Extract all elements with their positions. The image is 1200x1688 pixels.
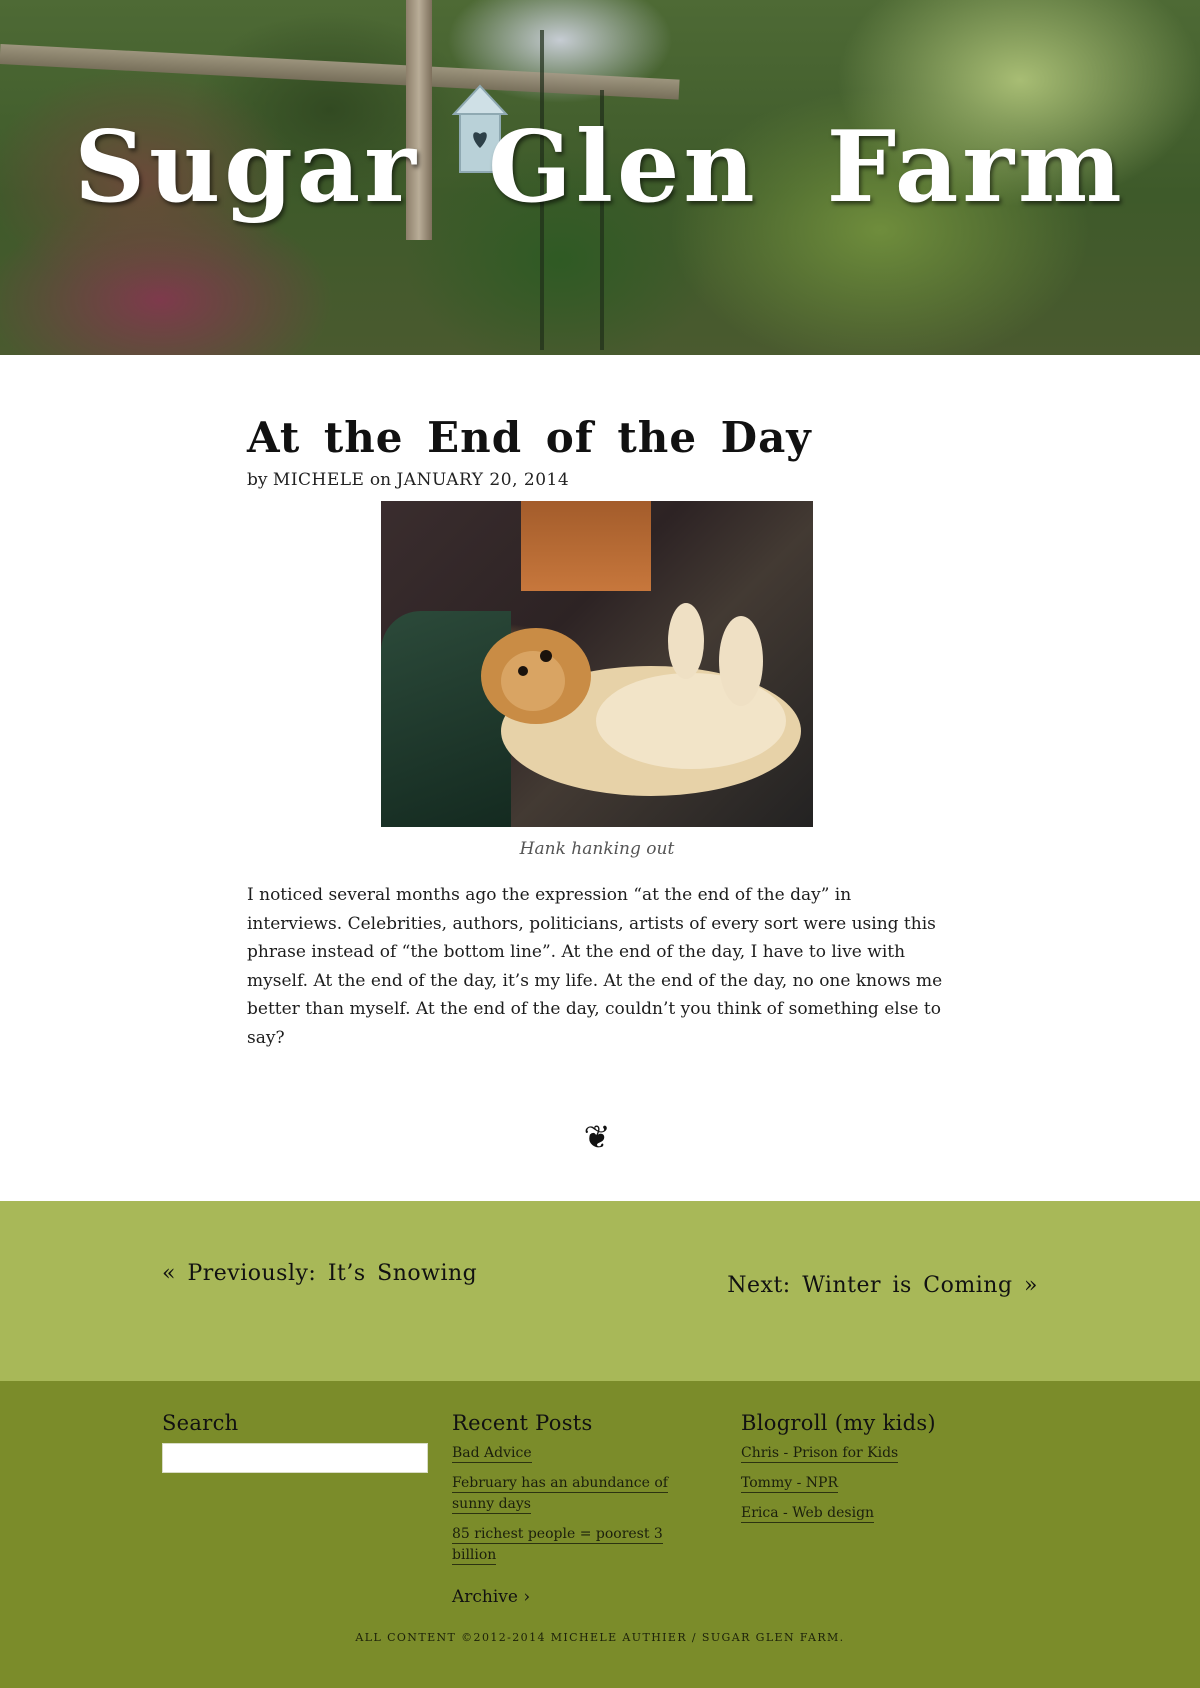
previous-post-link[interactable]: « Previously: It’s Snowing — [162, 1261, 477, 1286]
author-link[interactable]: MICHELE — [273, 470, 365, 490]
post-date: JANUARY 20, 2014 — [396, 470, 570, 490]
site-footer: Search Recent Posts Bad Advice February … — [0, 1381, 1200, 1688]
recent-post-link[interactable]: 85 richest people = poorest 3 billion — [452, 1526, 663, 1565]
photo-dog — [481, 603, 801, 796]
blogroll-widget: Blogroll (my kids) Chris - Prison for Ki… — [741, 1411, 1011, 1533]
post-figure: Hank hanking out — [381, 501, 813, 859]
post-title: At the End of the Day — [247, 413, 812, 462]
site-title: Sugar Glen Farm — [74, 110, 1126, 225]
site-title-link[interactable]: Sugar Glen Farm — [0, 110, 1200, 225]
search-input[interactable] — [162, 1443, 428, 1473]
blogroll-link[interactable]: Tommy - NPR — [741, 1475, 838, 1493]
search-heading: Search — [162, 1411, 239, 1435]
site-header: Sugar Glen Farm — [0, 0, 1200, 355]
blogroll-heading: Blogroll (my kids) — [741, 1411, 936, 1435]
post-byline: by MICHELE on JANUARY 20, 2014 — [247, 470, 947, 490]
recent-posts-widget: Recent Posts Bad Advice February has an … — [452, 1411, 702, 1607]
image-caption: Hank hanking out — [519, 839, 675, 859]
byline-on: on — [369, 470, 392, 490]
search-widget: Search — [162, 1411, 432, 1473]
post-navigation: « Previously: It’s Snowing Next: Winter … — [0, 1201, 1200, 1381]
post-image[interactable] — [381, 501, 813, 827]
list-item: Tommy - NPR — [741, 1473, 1011, 1494]
recent-post-link[interactable]: February has an abundance of sunny days — [452, 1475, 668, 1514]
post-article: At the End of the Day by MICHELE on JANU… — [247, 355, 947, 1156]
list-item: February has an abundance of sunny days — [452, 1473, 702, 1515]
fleuron-heart-icon: ❦ — [583, 1118, 611, 1156]
list-item: Chris - Prison for Kids — [741, 1443, 1011, 1464]
blogroll-link[interactable]: Erica - Web design — [741, 1505, 875, 1523]
recent-posts-heading: Recent Posts — [452, 1411, 593, 1435]
recent-post-link[interactable]: Bad Advice — [452, 1445, 532, 1463]
list-item: Erica - Web design — [741, 1503, 1011, 1524]
post-body: I noticed several months ago the express… — [247, 885, 943, 1048]
copyright-notice: ALL CONTENT ©2012-2014 MICHELE AUTHIER /… — [355, 1631, 845, 1644]
photo-table — [521, 501, 651, 591]
byline-prefix: by — [247, 470, 268, 490]
next-post-link[interactable]: Next: Winter is Coming » — [727, 1273, 1038, 1298]
header-photo-fence — [0, 44, 680, 100]
list-item: Bad Advice — [452, 1443, 702, 1464]
blogroll-link[interactable]: Chris - Prison for Kids — [741, 1445, 899, 1463]
blogroll-list: Chris - Prison for Kids Tommy - NPR Eric… — [741, 1443, 1011, 1524]
recent-posts-list: Bad Advice February has an abundance of … — [452, 1443, 702, 1566]
list-item: 85 richest people = poorest 3 billion — [452, 1524, 702, 1566]
archive-link[interactable]: Archive › — [452, 1587, 530, 1607]
